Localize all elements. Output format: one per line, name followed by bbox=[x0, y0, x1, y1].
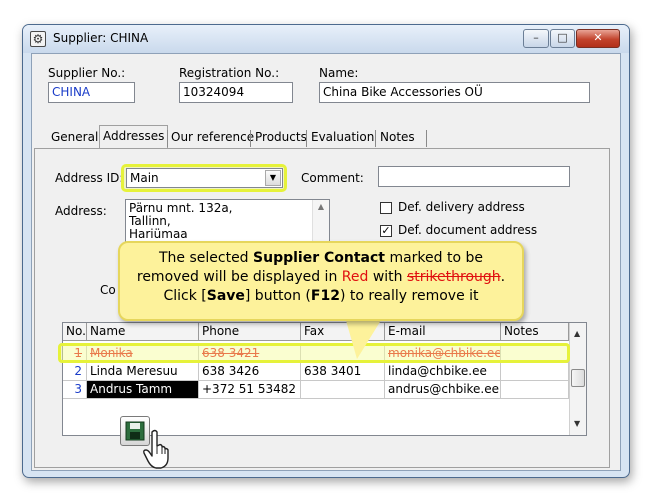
registration-no-label: Registration No.: bbox=[179, 66, 280, 80]
tip-callout: The selected Supplier Contact marked to … bbox=[118, 241, 524, 321]
minimize-button[interactable]: – bbox=[523, 29, 549, 48]
address-id-select[interactable]: Main ▼ bbox=[126, 168, 283, 188]
removed-row-highlight bbox=[58, 343, 570, 363]
callout-line-2: removed will be displayed in Red with st… bbox=[136, 269, 506, 285]
scroll-down-icon[interactable]: ▼ bbox=[574, 419, 580, 428]
tab-notes[interactable]: Notes bbox=[377, 128, 418, 148]
row-number[interactable]: 3 bbox=[63, 381, 87, 399]
scroll-up-icon[interactable]: ▲ bbox=[574, 329, 580, 338]
scroll-thumb[interactable] bbox=[571, 369, 585, 387]
chevron-down-icon[interactable]: ▼ bbox=[265, 170, 281, 186]
partial-hidden-label: Co bbox=[100, 283, 116, 297]
hand-cursor-icon bbox=[143, 429, 169, 469]
name-label: Name: bbox=[319, 66, 359, 80]
contact-notes-cell[interactable] bbox=[501, 363, 569, 381]
column-header-no[interactable]: No. bbox=[63, 323, 87, 341]
close-button[interactable]: ✕ bbox=[576, 29, 620, 48]
contact-email-cell[interactable]: andrus@chbike.ee bbox=[385, 381, 501, 399]
name-field[interactable]: China Bike Accessories OÜ bbox=[319, 82, 590, 103]
def-document-label: Def. document address bbox=[398, 223, 538, 237]
column-header-email[interactable]: E-mail bbox=[385, 323, 501, 341]
column-header-phone[interactable]: Phone bbox=[199, 323, 301, 341]
comment-field[interactable] bbox=[378, 166, 570, 187]
tab-separator bbox=[426, 130, 427, 147]
column-header-name[interactable]: Name bbox=[87, 323, 199, 341]
address-id-value: Main bbox=[130, 171, 159, 185]
contact-email-cell[interactable]: linda@chbike.ee bbox=[385, 363, 501, 381]
contact-name-cell[interactable]: Linda Meresuu bbox=[87, 363, 199, 381]
app-icon: ⚙ bbox=[30, 31, 46, 47]
def-document-checkbox[interactable]: ✓ bbox=[380, 225, 392, 237]
tab-separator bbox=[250, 130, 251, 147]
column-header-notes[interactable]: Notes bbox=[501, 323, 569, 341]
contact-notes-cell[interactable] bbox=[501, 381, 569, 399]
contact-name-cell-selected[interactable]: Andrus Tamm bbox=[87, 381, 199, 399]
contact-phone-cell[interactable]: +372 51 53482 bbox=[199, 381, 301, 399]
supplier-no-field[interactable]: CHINA bbox=[48, 82, 135, 103]
def-delivery-checkbox[interactable] bbox=[380, 202, 392, 214]
registration-no-field[interactable]: 10324094 bbox=[179, 82, 293, 103]
window-title: Supplier: CHINA bbox=[53, 31, 149, 45]
comment-label: Comment: bbox=[301, 171, 364, 185]
tab-products[interactable]: Products bbox=[252, 128, 310, 148]
address-label: Address: bbox=[55, 204, 107, 218]
contact-fax-cell[interactable]: 638 3401 bbox=[301, 363, 385, 381]
address-id-label: Address ID: bbox=[55, 171, 124, 185]
tab-separator bbox=[375, 130, 376, 147]
grid-scrollbar[interactable]: ▲ ▼ bbox=[569, 323, 586, 435]
tab-our-reference[interactable]: Our reference bbox=[168, 128, 257, 148]
maximize-button[interactable]: □ bbox=[550, 29, 575, 48]
tab-evaluation[interactable]: Evaluation bbox=[308, 128, 377, 148]
callout-tail bbox=[345, 317, 383, 359]
callout-line-3: Click [Save] button (F12) to really remo… bbox=[163, 288, 479, 304]
tab-general[interactable]: General bbox=[48, 128, 101, 148]
contact-fax-cell[interactable] bbox=[301, 381, 385, 399]
callout-line-1: The selected Supplier Contact marked to … bbox=[158, 250, 483, 266]
supplier-no-label: Supplier No.: bbox=[48, 66, 126, 80]
address-line: Hariümaa bbox=[129, 227, 188, 241]
def-delivery-label: Def. delivery address bbox=[398, 200, 525, 214]
tab-addresses[interactable]: Addresses bbox=[99, 125, 169, 149]
tab-separator bbox=[306, 130, 307, 147]
title-bar[interactable]: ⚙ Supplier: CHINA – □ ✕ bbox=[23, 25, 629, 53]
row-number[interactable]: 2 bbox=[63, 363, 87, 381]
contact-phone-cell[interactable]: 638 3426 bbox=[199, 363, 301, 381]
